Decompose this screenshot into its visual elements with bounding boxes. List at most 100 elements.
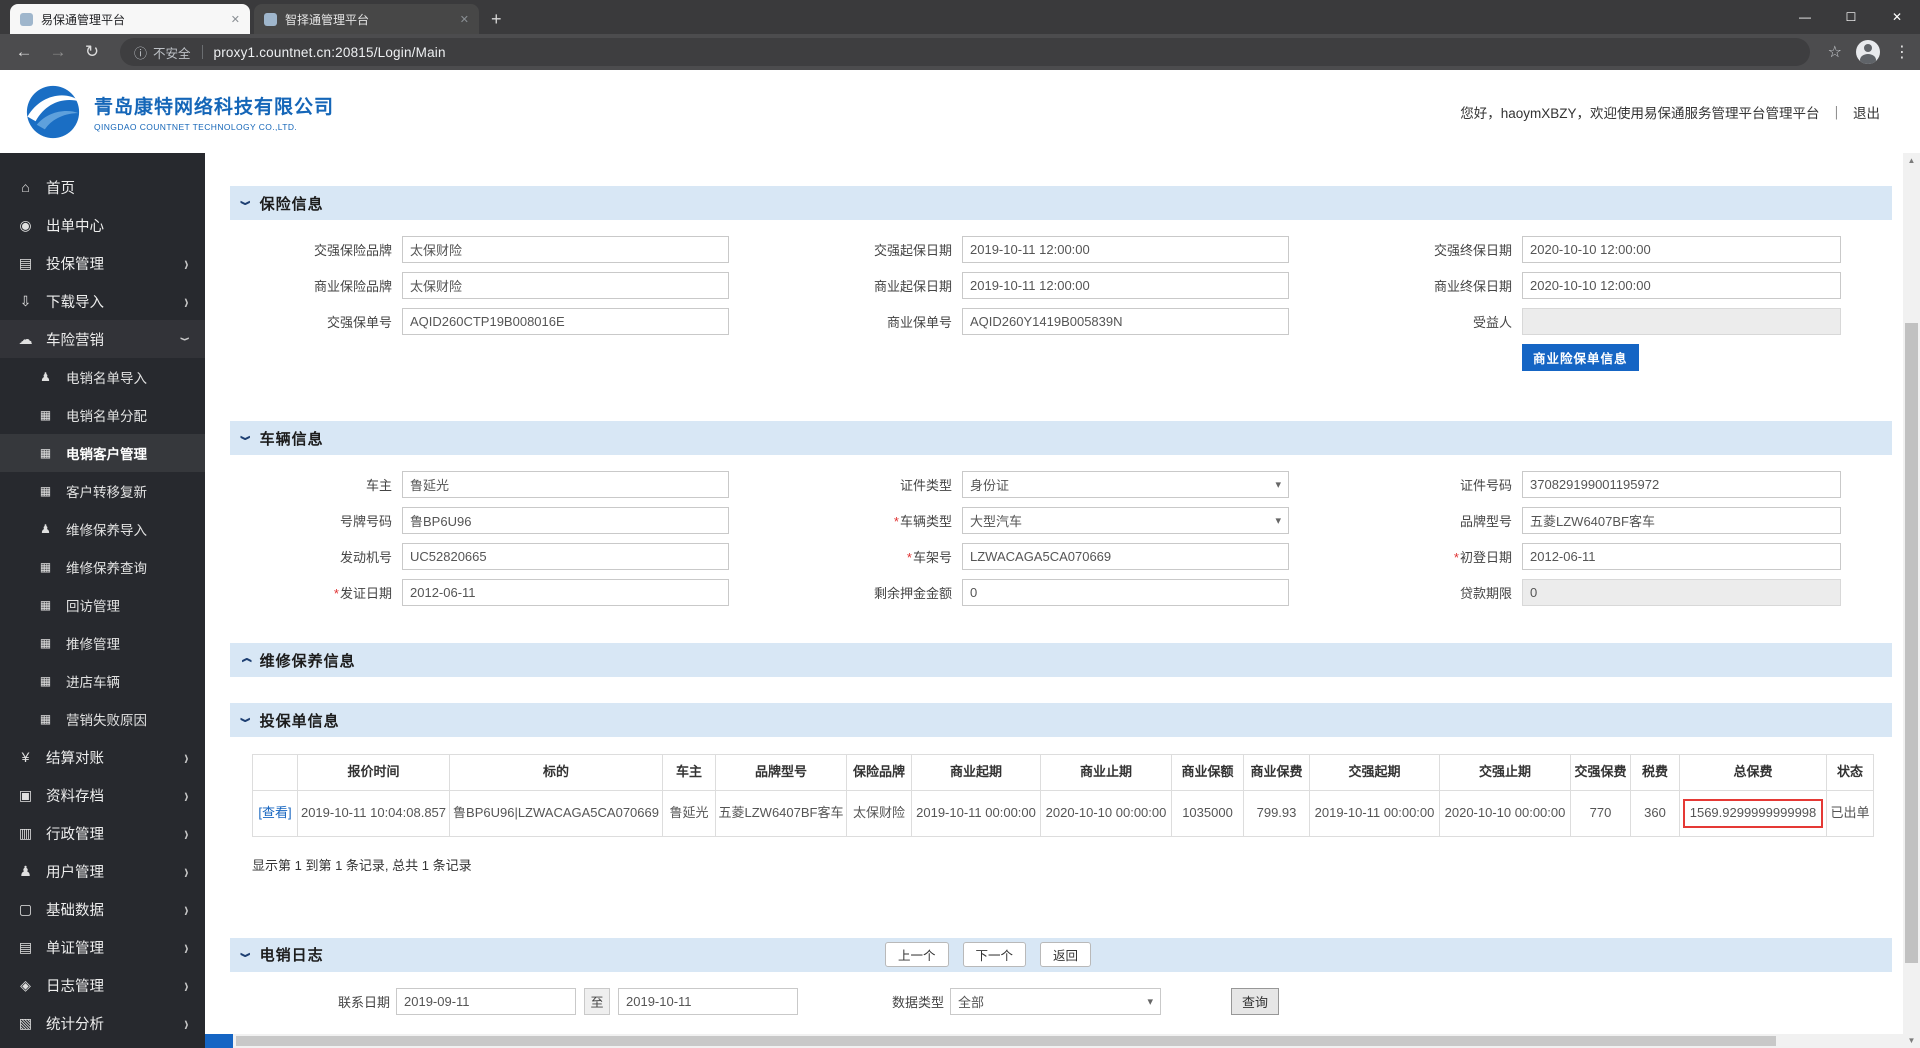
remaining-deposit-input[interactable] bbox=[962, 579, 1289, 606]
data-type-select[interactable]: 全部 ▾ bbox=[950, 987, 1161, 1015]
window-maximize-button[interactable]: ☐ bbox=[1828, 0, 1874, 34]
sidebar-item-user-management[interactable]: ♟ 用户管理 › bbox=[0, 852, 205, 890]
sidebar-item-customer-transfer[interactable]: ▦ 客户转移复新 bbox=[0, 472, 205, 510]
sidebar-item-admin-management[interactable]: ▥ 行政管理 › bbox=[0, 814, 205, 852]
chevron-right-icon: › bbox=[184, 935, 189, 959]
insurance-info-section-header[interactable]: › 保险信息 bbox=[230, 186, 1892, 220]
sidebar-item-statistics-analysis[interactable]: ▧ 统计分析 › bbox=[0, 1004, 205, 1042]
sidebar-item-order-center[interactable]: ◉ 出单中心 bbox=[0, 206, 205, 244]
field-label: 商业终保日期 bbox=[1433, 279, 1512, 294]
vehicle-type-select[interactable]: 大型汽车 ▾ bbox=[962, 507, 1289, 534]
horizontal-scrollbar-thumb[interactable] bbox=[236, 1036, 1776, 1046]
brand-model-input[interactable] bbox=[1522, 507, 1841, 534]
field-label: 证件号码 bbox=[1459, 478, 1512, 493]
vin-input[interactable] bbox=[962, 543, 1289, 570]
browser-tab-1[interactable]: 易保通管理平台 ✕ bbox=[10, 4, 250, 34]
horizontal-scrollbar[interactable] bbox=[205, 1034, 1903, 1048]
compulsory-start-cell: 2019-10-11 00:00:00 bbox=[1309, 789, 1440, 837]
sidebar-item-log-management[interactable]: ◈ 日志管理 › bbox=[0, 966, 205, 1004]
plate-number-input[interactable] bbox=[402, 507, 729, 534]
contact-date-from-input[interactable] bbox=[396, 987, 576, 1015]
sidebar-item-telemarketing-list-import[interactable]: ♟ 电销名单导入 bbox=[0, 358, 205, 396]
date-range-to-label: 至 bbox=[584, 987, 610, 1015]
commercial-policy-no-input[interactable] bbox=[962, 308, 1289, 335]
user-icon: ♟ bbox=[19, 862, 32, 879]
info-icon[interactable]: ⓘ bbox=[134, 43, 147, 62]
compulsory-policy-no-input[interactable] bbox=[402, 308, 729, 335]
section-collapse-icon[interactable]: › bbox=[232, 200, 260, 206]
vertical-scrollbar[interactable]: ▲ ▼ bbox=[1903, 153, 1920, 1048]
view-link[interactable]: [查看] bbox=[258, 805, 291, 820]
policy-info-section-header[interactable]: › 投保单信息 bbox=[230, 703, 1892, 737]
bookmark-star-icon[interactable]: ☆ bbox=[1828, 42, 1842, 62]
field-label: 发动机号 bbox=[339, 550, 392, 565]
tab-close-icon[interactable]: ✕ bbox=[231, 13, 240, 26]
owner-input[interactable] bbox=[402, 471, 729, 498]
browser-toolbar: ← → ↻ ⓘ 不安全 proxy1.countnet.cn:20815/Log… bbox=[0, 34, 1920, 70]
address-bar[interactable]: ⓘ 不安全 proxy1.countnet.cn:20815/Login/Mai… bbox=[120, 38, 1810, 66]
commercial-end-date-input[interactable] bbox=[1522, 272, 1841, 299]
sidebar-item-telemarketing-list-assign[interactable]: ▦ 电销名单分配 bbox=[0, 396, 205, 434]
data-type-label: 数据类型 bbox=[891, 994, 944, 1010]
compulsory-start-date-input[interactable] bbox=[962, 236, 1289, 263]
sidebar-item-instore-vehicles[interactable]: ▦ 进店车辆 bbox=[0, 662, 205, 700]
sidebar-item-revisit-management[interactable]: ▦ 回访管理 bbox=[0, 586, 205, 624]
vertical-scrollbar-thumb[interactable] bbox=[1905, 323, 1918, 963]
window-close-button[interactable]: ✕ bbox=[1874, 0, 1920, 34]
sidebar-item-car-insurance-marketing[interactable]: ☁ 车险营销 › bbox=[0, 320, 205, 358]
section-collapse-icon[interactable]: › bbox=[232, 717, 260, 723]
sidebar-item-policy-management[interactable]: ▤ 投保管理 › bbox=[0, 244, 205, 282]
reload-icon[interactable]: ↻ bbox=[78, 42, 106, 62]
browser-menu-icon[interactable]: ⋮ bbox=[1894, 42, 1910, 62]
vehicle-info-section-header[interactable]: › 车辆信息 bbox=[230, 421, 1892, 455]
id-number-input[interactable] bbox=[1522, 471, 1841, 498]
section-expand-icon[interactable]: › bbox=[232, 657, 260, 663]
sidebar-item-repair-management[interactable]: ▦ 推修管理 bbox=[0, 624, 205, 662]
section-collapse-icon[interactable]: › bbox=[232, 435, 260, 441]
contact-date-to-input[interactable] bbox=[618, 987, 798, 1015]
compulsory-end-date-input[interactable] bbox=[1522, 236, 1841, 263]
url-text: proxy1.countnet.cn:20815/Login/Main bbox=[213, 44, 446, 60]
commercial-policy-info-button[interactable]: 商业险保单信息 bbox=[1522, 344, 1639, 371]
section-collapse-icon[interactable]: › bbox=[232, 952, 260, 958]
sidebar-item-maintenance-query[interactable]: ▦ 维修保养查询 bbox=[0, 548, 205, 586]
status-cell: 已出单 bbox=[1826, 789, 1874, 837]
telemarketing-log-section-header[interactable]: › 电销日志 上一个 下一个 返回 bbox=[230, 937, 1892, 972]
return-button[interactable]: 返回 bbox=[1040, 941, 1092, 967]
compulsory-brand-input[interactable] bbox=[402, 236, 729, 263]
id-type-select[interactable]: 身份证 ▾ bbox=[962, 471, 1289, 498]
grid-icon: ▦ bbox=[39, 560, 52, 574]
logout-link[interactable]: 退出 bbox=[1853, 102, 1880, 122]
query-button[interactable]: 查询 bbox=[1231, 987, 1279, 1015]
sidebar-item-document-management[interactable]: ▤ 单证管理 › bbox=[0, 928, 205, 966]
next-button[interactable]: 下一个 bbox=[962, 941, 1027, 967]
previous-button[interactable]: 上一个 bbox=[885, 941, 949, 967]
browser-tab-2[interactable]: 智择通管理平台 ✕ bbox=[254, 4, 479, 34]
commercial-brand-input[interactable] bbox=[402, 272, 729, 299]
first-registration-date-input[interactable] bbox=[1522, 543, 1841, 570]
scroll-up-icon[interactable]: ▲ bbox=[1903, 153, 1920, 168]
sidebar-item-settlement[interactable]: ¥ 结算对账 › bbox=[0, 738, 205, 776]
sidebar-item-maintenance-import[interactable]: ♟ 维修保养导入 bbox=[0, 510, 205, 548]
sidebar-item-download-import[interactable]: ⇩ 下载导入 › bbox=[0, 282, 205, 320]
insurer-cell: 太保财险 bbox=[846, 789, 912, 837]
engine-number-input[interactable] bbox=[402, 543, 729, 570]
scroll-down-icon[interactable]: ▼ bbox=[1903, 1033, 1920, 1048]
vehicle-info-form: 车主 证件类型 身份证 ▾ 证件号码 号牌号码 *车辆类型 大型汽车 ▾ 品牌型… bbox=[230, 471, 1892, 606]
commercial-start-date-input[interactable] bbox=[962, 272, 1289, 299]
forward-icon[interactable]: → bbox=[44, 42, 72, 62]
sidebar-item-marketing-failure-reason[interactable]: ▦ 营销失败原因 bbox=[0, 700, 205, 738]
tab-close-icon[interactable]: ✕ bbox=[460, 13, 469, 26]
sidebar-item-archive[interactable]: ▣ 资料存档 › bbox=[0, 776, 205, 814]
maintenance-info-section-header[interactable]: › 维修保养信息 bbox=[230, 643, 1892, 677]
sidebar-item-telemarketing-customer-management[interactable]: ▦ 电销客户管理 bbox=[0, 434, 205, 472]
back-icon[interactable]: ← bbox=[10, 42, 38, 62]
new-tab-button[interactable]: + bbox=[491, 9, 502, 30]
issue-date-input[interactable] bbox=[402, 579, 729, 606]
profile-avatar[interactable] bbox=[1856, 40, 1880, 64]
sidebar-item-home[interactable]: ⌂ 首页 bbox=[0, 168, 205, 206]
security-label: 不安全 bbox=[153, 46, 191, 61]
logo-icon bbox=[26, 85, 81, 138]
window-minimize-button[interactable]: — bbox=[1782, 0, 1828, 34]
sidebar-item-base-data[interactable]: ▢ 基础数据 › bbox=[0, 890, 205, 928]
